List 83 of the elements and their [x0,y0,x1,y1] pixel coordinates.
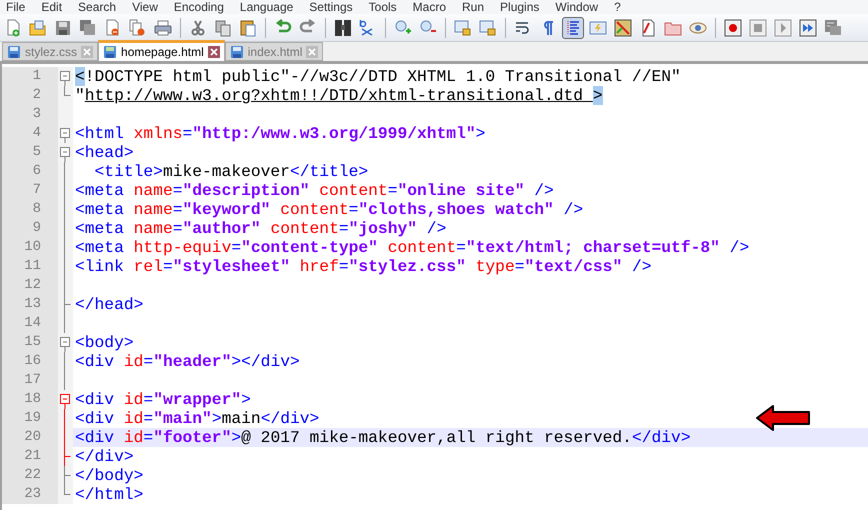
map-icon [614,18,632,36]
zoom-in-icon [394,18,412,36]
code-line: </html> [75,485,144,504]
code-line: </head> [75,295,144,314]
line-number: 13 [24,296,41,312]
code-line: <link rel="stylesheet" href="stylez.css" type="text/css" /> [75,257,652,276]
play-icon [774,18,792,36]
tab-label: index.html [248,44,302,60]
menu-item[interactable]: Language [240,0,294,14]
line-number: 12 [24,277,41,293]
code-line: </div> [75,447,134,466]
line-number: 3 [32,106,41,122]
folder-icon [29,18,47,36]
code-line: <div id="header"></div> [75,352,300,371]
indent-guide-button[interactable] [562,16,584,38]
line-number: 16 [24,353,41,369]
code-line: <title>mike-makeover</title> [94,162,368,181]
code-line: <body> [75,333,134,352]
menu-item[interactable]: Macro [412,0,446,14]
fast-forward-button[interactable] [797,16,819,38]
printer-icon [154,18,172,36]
code-line: <meta name="keyword" content="cloths,shoes watch" /> [75,200,584,219]
binoculars-icon [334,18,352,36]
arrow-drawing [755,404,811,432]
line-number: 11 [24,258,41,274]
code-line: <meta name="author" content="joshy" /> [75,219,446,238]
line-number: 19 [24,410,41,426]
code-line: <div id="wrapper"> [75,390,251,409]
code-line: <div id="main">main</div> [75,409,320,428]
menu-item[interactable]: Encoding [174,0,224,14]
window-bolt-icon [589,18,607,36]
menu-item[interactable]: Edit [41,0,62,14]
line-number: 23 [24,486,41,502]
code-line: <div id="footer">@ 2017 mike-makeover,all right reserved.</div> [75,428,691,447]
line-number: 9 [32,220,41,236]
record-icon [724,18,742,36]
line-number: 1 [32,68,41,84]
menu-item[interactable]: Window [555,0,598,14]
record-button[interactable] [722,16,744,38]
menu-item[interactable]: Settings [309,0,353,14]
code-line: "http://www.w3.org?xhtm!!/DTD/xhtml-transitional.dtd > [75,86,603,105]
menu-item[interactable]: ? [614,0,621,14]
menu-item[interactable]: Plugins [500,0,540,14]
code-line: </body> [75,466,144,485]
menu-item[interactable]: File [6,0,26,14]
file-tab[interactable]: homepage.html [98,40,225,61]
line-number: 18 [24,391,41,407]
window-lock-icon [454,18,472,36]
close-files-icon [129,18,147,36]
menu-item[interactable]: Run [462,0,484,14]
menu-item[interactable]: Search [78,0,116,14]
code-line: <!DOCTYPE html public"-//w3c//DTD XHTML 1.0 Transitional //EN" [75,67,681,86]
macro-list-icon [824,18,842,36]
line-number: 21 [24,448,41,464]
menu-item[interactable]: View [132,0,158,14]
floppy-disks-icon [79,18,97,36]
window-lock-icon [479,18,497,36]
stop-icon [749,18,767,36]
close-icon[interactable] [208,46,220,58]
line-number: 6 [32,163,41,179]
line-number: 4 [32,125,41,141]
line-number: 14 [24,315,41,331]
tab-label: homepage.html [121,44,204,61]
line-number: 5 [32,144,41,160]
line-number: 15 [24,334,41,350]
line-number: 7 [32,182,41,198]
code-line: <meta name="description" content="online site" /> [75,181,554,200]
fast-forward-icon [799,18,817,36]
line-number: 22 [24,467,41,483]
line-number: 8 [32,201,41,217]
clipboard-icon [239,18,257,36]
code-line: <head> [75,143,134,162]
copy-icon [214,18,232,36]
line-number: 17 [24,372,41,388]
code-line: <html xmlns="http:/www.w3.org/1999/xhtml"> [75,124,486,143]
line-number: 10 [24,239,41,255]
code-line: <meta http-equiv="content-type" content="text/html; charset=utf-8" /> [75,238,750,257]
scissors-icon [189,18,207,36]
line-number: 20 [24,429,41,445]
line-number: 2 [32,87,41,103]
menu-item[interactable]: Tools [368,0,397,14]
map-button[interactable] [612,16,634,38]
tab-label: stylez.css [25,44,78,60]
